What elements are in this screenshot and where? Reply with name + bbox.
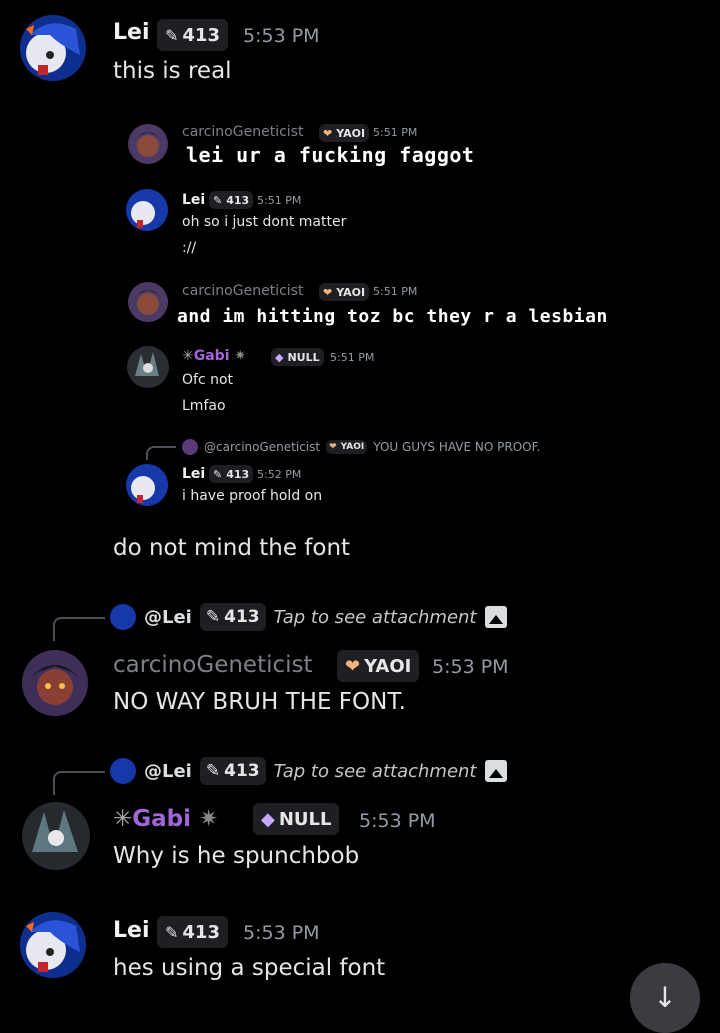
timestamp: 5:53 PM: [243, 922, 320, 944]
heart-icon: ❤: [323, 126, 333, 140]
spider-icon: ✷: [234, 348, 247, 364]
timestamp: 5:51 PM: [257, 194, 302, 207]
avatar-lei[interactable]: [20, 15, 86, 81]
author-name: Lei: [182, 466, 206, 482]
message-text: this is real: [113, 58, 232, 84]
timestamp: 5:53 PM: [243, 25, 320, 47]
avatar-small: [110, 758, 136, 784]
message-text: lei ur a fucking faggot: [186, 143, 475, 167]
reply-preview[interactable]: @Lei ✎ 413 Tap to see attachment: [110, 603, 507, 631]
avatar-small: [110, 604, 136, 630]
avatar-lei: [126, 189, 168, 231]
role-tag: ✎ 413: [209, 465, 254, 483]
megaphone-icon: ✎: [205, 761, 221, 781]
role-tag[interactable]: ◆ NULL: [253, 803, 340, 835]
message-text: NO WAY BRUH THE FONT.: [113, 689, 406, 715]
message-line: oh so i just dont matter: [182, 214, 347, 230]
message-text: and im hitting toz bc they r a lesbian: [177, 306, 608, 327]
timestamp: 5:51 PM: [373, 126, 418, 139]
author-name: carcinoGeneticist: [182, 283, 304, 299]
author-name[interactable]: Lei: [113, 20, 149, 45]
message-line: ://: [182, 240, 197, 256]
author-name: ✳Gabi ✷: [182, 348, 247, 364]
timestamp: 5:51 PM: [373, 285, 418, 298]
avatar-carcino[interactable]: [22, 650, 88, 716]
timestamp: 5:53 PM: [432, 656, 509, 678]
author-name[interactable]: Lei: [113, 918, 149, 943]
image-icon: [484, 606, 507, 628]
avatar-gabi: [127, 346, 169, 388]
heart-icon: ❤: [323, 285, 333, 299]
message-line: Lmfao: [182, 398, 226, 414]
heart-icon: ❤: [345, 655, 361, 677]
timestamp: 5:52 PM: [257, 468, 302, 481]
embedded-screenshot[interactable]: carcinoGeneticist ❤ YAOI 5:51 PM lei ur a…: [113, 112, 653, 522]
author-name[interactable]: carcinoGeneticist: [113, 652, 313, 678]
role-tag: ◆ NULL: [271, 348, 324, 366]
megaphone-icon: ✎: [205, 607, 221, 627]
avatar-lei: [126, 464, 168, 506]
timestamp: 5:51 PM: [330, 351, 375, 364]
role-tag: ❤ YAOI: [319, 124, 370, 142]
avatar-carcino: [128, 282, 168, 322]
megaphone-icon: ✎: [165, 25, 179, 45]
message-text: do not mind the font: [113, 535, 351, 561]
image-icon: [484, 760, 507, 782]
reply-connector: [53, 771, 105, 795]
message-text: Why is he spunchbob: [113, 843, 360, 869]
role-tag: ❤ YAOI: [326, 440, 368, 454]
message-text: hes using a special font: [113, 955, 386, 981]
spiderweb-icon: ✳: [182, 348, 194, 364]
heart-icon: ❤: [329, 442, 337, 452]
reply-connector: [146, 446, 176, 460]
spider-icon: ✷: [199, 806, 219, 832]
role-tag: ✎ 413: [199, 757, 266, 785]
spiderweb-icon: ✳: [113, 806, 133, 832]
avatar-carcino: [128, 124, 168, 164]
author-name[interactable]: ✳Gabi ✷: [113, 806, 218, 832]
role-tag: ❤ YAOI: [319, 283, 370, 301]
role-tag[interactable]: ✎ 413: [157, 916, 228, 948]
gem-icon: ◆: [275, 350, 284, 364]
message-text: i have proof hold on: [182, 488, 323, 504]
timestamp: 5:53 PM: [359, 810, 436, 832]
gem-icon: ◆: [261, 808, 275, 830]
role-tag: ✎ 413: [199, 603, 266, 631]
arrow-down-icon: ↓: [653, 981, 677, 1014]
avatar-small: [182, 439, 198, 455]
author-name: Lei: [182, 192, 206, 208]
megaphone-icon: ✎: [213, 193, 223, 207]
reply-connector: [53, 617, 105, 641]
message-line: Ofc not: [182, 372, 234, 388]
role-tag[interactable]: ❤ YAOI: [337, 650, 420, 682]
megaphone-icon: ✎: [213, 467, 223, 481]
role-tag[interactable]: ✎ 413: [157, 19, 228, 51]
avatar-gabi[interactable]: [22, 802, 90, 870]
role-tag: ✎ 413: [209, 191, 254, 209]
megaphone-icon: ✎: [165, 922, 179, 942]
reply-preview[interactable]: @Lei ✎ 413 Tap to see attachment: [110, 757, 507, 785]
scroll-to-bottom-button[interactable]: ↓: [630, 963, 700, 1033]
avatar-lei[interactable]: [20, 912, 86, 978]
reply-preview: @carcinoGeneticist ❤ YAOI YOU GUYS HAVE N…: [182, 439, 540, 455]
author-name: carcinoGeneticist: [182, 124, 304, 140]
